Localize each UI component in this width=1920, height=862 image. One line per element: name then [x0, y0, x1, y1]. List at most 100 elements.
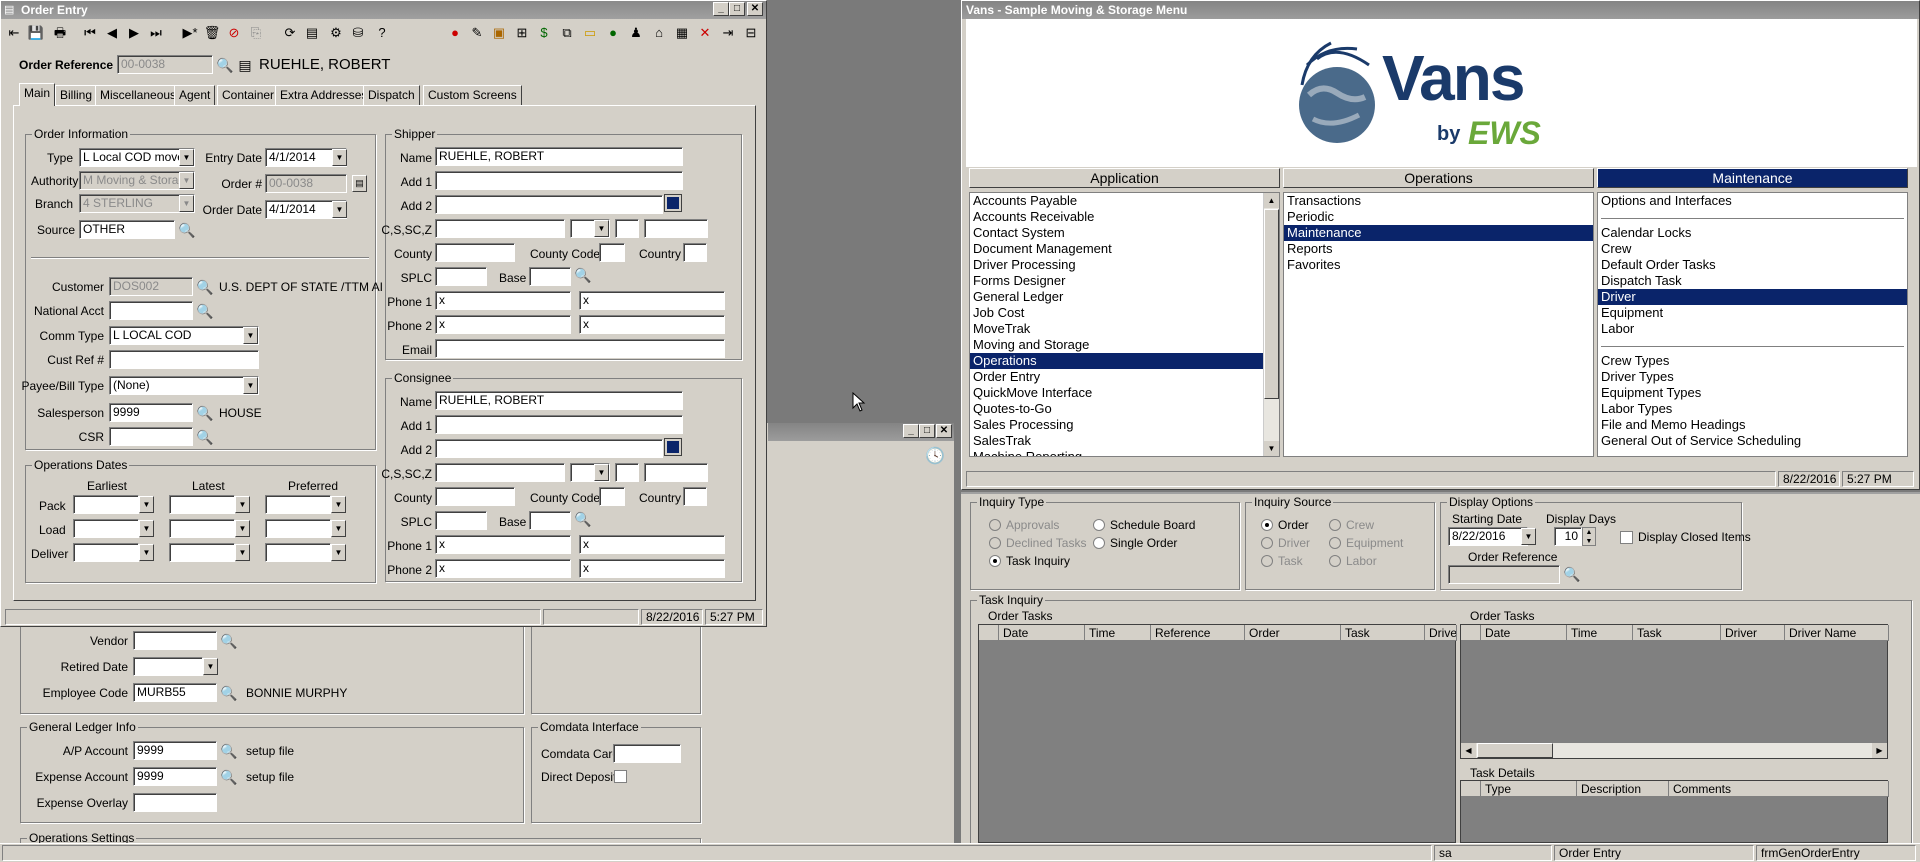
application-list-item[interactable]: Job Cost [970, 305, 1279, 321]
shipper-email-input[interactable] [435, 339, 725, 358]
deliver-preferred-input[interactable] [265, 543, 331, 562]
consignee-base-input[interactable] [529, 511, 571, 530]
left-col-reference[interactable]: Reference [1151, 625, 1245, 641]
left-col-time[interactable]: Time [1085, 625, 1151, 641]
detail-col-type[interactable]: Type [1481, 781, 1577, 797]
tab-container[interactable]: Container [217, 85, 280, 105]
shipper-country-input[interactable] [683, 243, 707, 262]
folder-icon[interactable]: ▭ [579, 22, 601, 44]
notes-small-icon[interactable]: ▤ [235, 55, 255, 75]
direct-deposit-checkbox[interactable] [614, 770, 627, 783]
application-list-item[interactable]: Operations [970, 353, 1279, 369]
national-acct-input[interactable] [109, 301, 193, 320]
load-latest-dropdown[interactable]: ▼ [235, 520, 250, 537]
left-col-order[interactable]: Order [1245, 625, 1341, 641]
salesperson-input[interactable]: 9999 [109, 403, 193, 422]
maintenance-list-item[interactable]: Default Order Tasks [1598, 257, 1907, 273]
dollar-icon[interactable]: $ [533, 22, 555, 44]
maintenance-list-item[interactable]: Dispatch Task [1598, 273, 1907, 289]
inquiry-order-ref-search-icon[interactable]: 🔍 [1562, 564, 1582, 584]
minimize-button[interactable]: _ [903, 424, 919, 438]
vans-titlebar[interactable]: Vans - Sample Moving & Storage Menu [962, 1, 1919, 19]
application-list-item[interactable]: Machine Reporting [970, 449, 1279, 456]
expense-overlay-input[interactable] [133, 793, 217, 812]
tab-main[interactable]: Main [19, 83, 56, 106]
maintenance-list-item[interactable]: Labor Types [1598, 401, 1907, 417]
ap-account-input[interactable]: 9999 [133, 741, 217, 760]
order-entry-titlebar[interactable]: Order Entry [1, 1, 766, 19]
csr-input[interactable] [109, 427, 193, 446]
deliver-preferred-dropdown[interactable]: ▼ [331, 544, 346, 561]
starting-date-dropdown[interactable]: ▼ [1521, 528, 1536, 545]
declined-tasks-radio[interactable] [989, 537, 1001, 549]
type-dropdown[interactable]: ▼ [179, 149, 194, 166]
consignee-splc-input[interactable] [435, 511, 487, 530]
application-list-item[interactable]: MoveTrak [970, 321, 1279, 337]
application-list-item[interactable]: Moving and Storage [970, 337, 1279, 353]
consignee-add2-input[interactable] [435, 439, 663, 458]
operations-list-item[interactable]: Periodic [1284, 209, 1593, 225]
storage-icon[interactable]: ⊞ [511, 22, 533, 44]
employee-code-input[interactable]: MURB55 [133, 683, 217, 702]
box-icon[interactable]: ▣ [488, 22, 510, 44]
pack-preferred-dropdown[interactable]: ▼ [331, 496, 346, 513]
application-list-item[interactable]: SalesTrak [970, 433, 1279, 449]
right-col-time[interactable]: Time [1567, 625, 1633, 641]
authority-dropdown[interactable]: ▼ [179, 172, 194, 189]
pack-latest-dropdown[interactable]: ▼ [235, 496, 250, 513]
cancel-icon[interactable]: ⊘ [223, 22, 245, 44]
order-num-input[interactable]: 00-0038 [265, 174, 347, 193]
application-list-item[interactable]: Contact System [970, 225, 1279, 241]
maximize-button[interactable]: □ [919, 424, 935, 438]
right-col-task[interactable]: Task [1633, 625, 1721, 641]
shipper-add2-input[interactable] [435, 195, 663, 214]
consignee-add1-input[interactable] [435, 415, 683, 434]
shipper-zip-input[interactable] [644, 219, 708, 238]
operations-list[interactable]: Transactions Periodic Maintenance Reports Fa… [1283, 192, 1594, 457]
operations-list-item[interactable]: Favorites [1284, 257, 1593, 273]
tab-billing[interactable]: Billing [55, 85, 98, 105]
exit-icon[interactable]: ⇤ [3, 22, 25, 44]
maintenance-list-item[interactable]: Options and Interfaces [1598, 193, 1907, 209]
customer-search-icon[interactable]: 🔍 [195, 277, 215, 297]
vendor-input[interactable] [133, 631, 217, 650]
crew-icon[interactable]: ♟ [625, 22, 647, 44]
crew-source-radio[interactable] [1329, 519, 1341, 531]
detail-col-description[interactable]: Description [1577, 781, 1669, 797]
driver-source-radio[interactable] [1261, 537, 1273, 549]
shipper-splc-input[interactable] [435, 267, 487, 286]
save-icon[interactable]: 💾 [25, 22, 47, 44]
maintenance-list-item[interactable]: Equipment Types [1598, 385, 1907, 401]
load-preferred-input[interactable] [265, 519, 331, 538]
national-acct-search-icon[interactable]: 🔍 [195, 301, 215, 321]
shipper-sc-input[interactable] [615, 219, 639, 238]
starting-date-input[interactable]: 8/22/2016 [1448, 527, 1528, 546]
shipper-base-search-icon[interactable]: 🔍 [573, 265, 593, 285]
left-col-driver[interactable]: Drive [1425, 625, 1457, 641]
maintenance-list-item[interactable]: Crew Types [1598, 353, 1907, 369]
application-scrollbar[interactable]: ▲ ▼ [1263, 193, 1279, 456]
application-list-item[interactable]: Order Entry [970, 369, 1279, 385]
documents-icon[interactable]: ⧉ [556, 22, 578, 44]
employee-search-icon[interactable]: 🔍 [219, 683, 239, 703]
form-icon[interactable]: ▦ [671, 22, 693, 44]
shipper-name-input[interactable]: RUEHLE, ROBERT [435, 147, 683, 166]
notes-icon[interactable]: ▤ [301, 22, 323, 44]
task-details-grid[interactable]: Type Description Comments [1460, 780, 1889, 843]
application-list-item[interactable]: Accounts Receivable [970, 209, 1279, 225]
copy-icon[interactable]: ⎘ [245, 22, 267, 44]
right-col-driver[interactable]: Driver [1721, 625, 1785, 641]
shipper-map-button[interactable] [664, 194, 682, 212]
next-record-icon[interactable]: ▶ [123, 22, 145, 44]
pack-preferred-input[interactable] [265, 495, 331, 514]
application-list-item[interactable]: General Ledger [970, 289, 1279, 305]
source-search-icon[interactable]: 🔍 [177, 220, 197, 240]
expense-account-input[interactable]: 9999 [133, 767, 217, 786]
comm-type-dropdown[interactable]: ▼ [243, 327, 258, 344]
comdata-card-input[interactable] [613, 744, 681, 763]
tab-dispatch[interactable]: Dispatch [363, 85, 420, 105]
grid-icon[interactable]: ⊟ [740, 22, 762, 44]
ap-search-icon[interactable]: 🔍 [219, 741, 239, 761]
application-list-item[interactable]: Accounts Payable [970, 193, 1279, 209]
shipper-base-input[interactable] [529, 267, 571, 286]
